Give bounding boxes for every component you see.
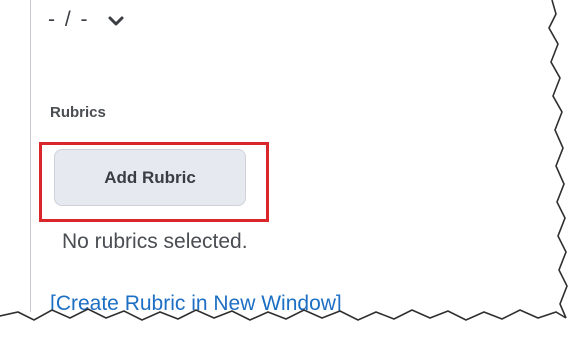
add-rubric-button-label: Add Rubric <box>104 167 196 187</box>
grade-selector[interactable]: - / - <box>48 8 124 32</box>
chevron-down-icon[interactable] <box>108 14 124 26</box>
create-rubric-link[interactable]: [Create Rubric in New Window] <box>50 292 342 316</box>
add-rubric-button[interactable]: Add Rubric <box>54 149 246 206</box>
screenshot-canvas: - / - Rubrics Add Rubric No rubrics sele… <box>0 0 574 339</box>
rubrics-section-label: Rubrics <box>50 104 106 121</box>
grade-value: - / - <box>48 8 90 31</box>
panel-left-border <box>30 0 31 312</box>
assignment-panel: - / - Rubrics Add Rubric No rubrics sele… <box>0 0 574 339</box>
no-rubrics-message: No rubrics selected. <box>62 230 248 253</box>
